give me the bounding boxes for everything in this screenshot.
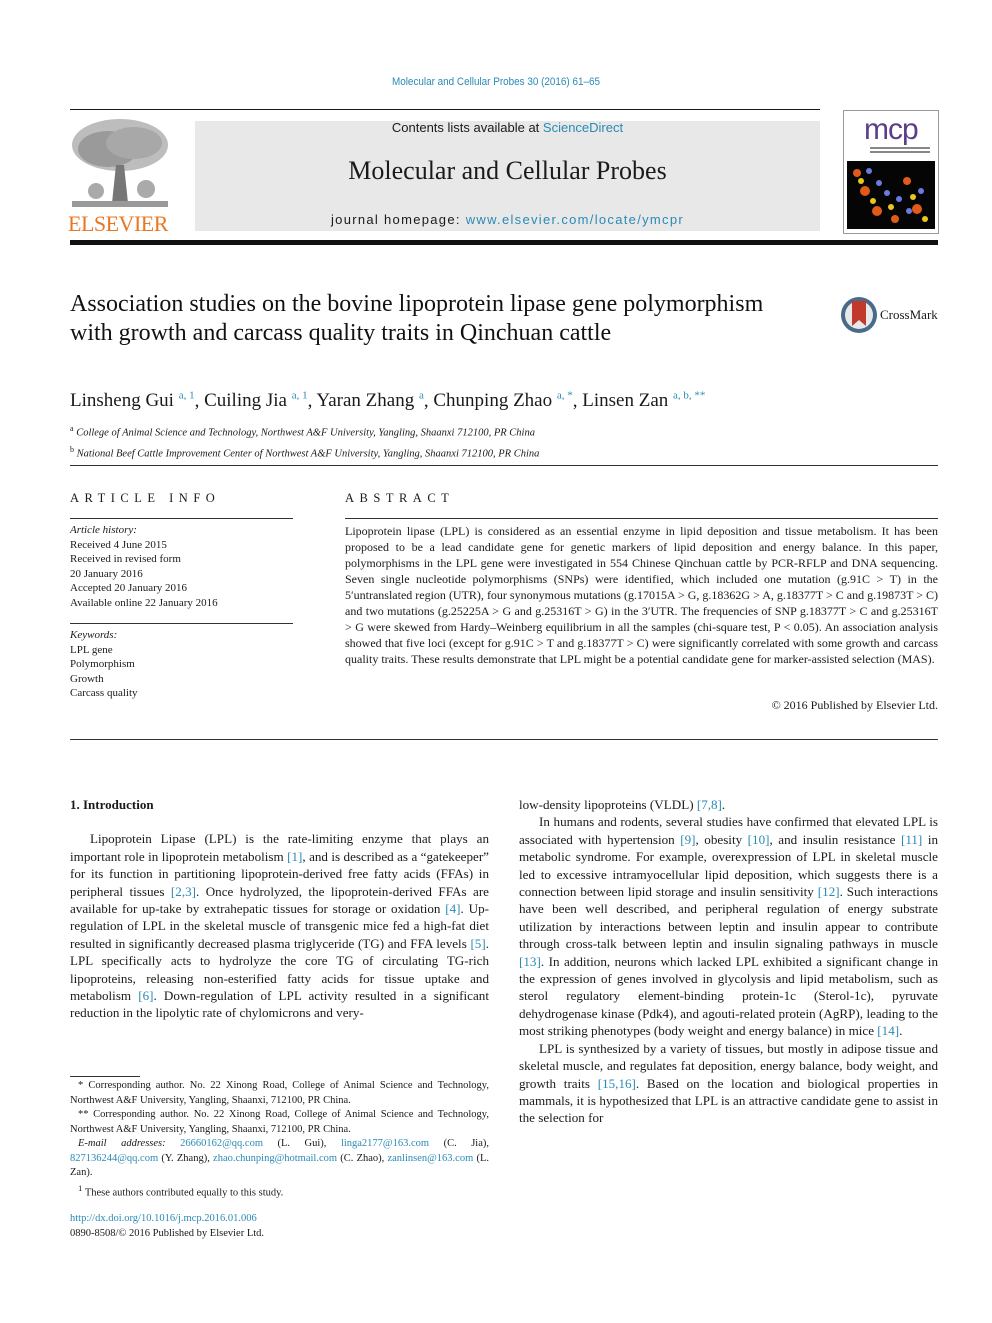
header-thick-rule: [70, 240, 938, 245]
homepage-line: journal homepage: www.elsevier.com/locat…: [195, 212, 820, 227]
history-item: Accepted 20 January 2016: [70, 582, 187, 594]
homepage-link[interactable]: www.elsevier.com/locate/ymcpr: [466, 212, 684, 227]
history-item: Available online 22 January 2016: [70, 596, 218, 609]
citation-link[interactable]: [12]: [818, 884, 840, 899]
abstract-heading: ABSTRACT: [345, 491, 455, 505]
email-addresses: E-mail addresses: 26660162@qq.com (L. Gu…: [70, 1138, 489, 1178]
contents-prefix: Contents lists available at: [391, 120, 543, 135]
cover-subtitle-line: [870, 147, 930, 149]
footnotes: * Corresponding author. No. 22 Xinong Ro…: [70, 1079, 489, 1201]
keywords-label: Keywords:: [70, 629, 118, 641]
body-column-right: low-density lipoproteins (VLDL) [7,8]. I…: [519, 796, 938, 1127]
crossmark-label: CrossMark: [880, 307, 938, 322]
author[interactable]: Chunping Zhao a, *: [433, 390, 572, 411]
section-heading: 1. Introduction: [70, 797, 154, 812]
keyword: Polymorphism: [70, 658, 135, 670]
email-link[interactable]: 827136244@qq.com: [70, 1153, 158, 1164]
header-rule: [70, 109, 820, 110]
author-marks[interactable]: a, *: [557, 390, 573, 402]
affiliation: a College of Animal Science and Technolo…: [70, 424, 535, 439]
divider: [70, 623, 293, 624]
keywords: Keywords: LPL gene Polymorphism Growth C…: [70, 628, 138, 701]
body-column-left: 1. Introduction Lipoprotein Lipase (LPL)…: [70, 796, 489, 1022]
divider: [70, 518, 293, 519]
abstract-text: Lipoprotein lipase (LPL) is considered a…: [345, 524, 938, 666]
author-marks[interactable]: a, 1: [179, 390, 195, 402]
doi-link[interactable]: http://dx.doi.org/10.1016/j.mcp.2016.01.…: [70, 1211, 264, 1226]
affiliation: b National Beef Cattle Improvement Cente…: [70, 444, 540, 460]
elsevier-logo[interactable]: ELSEVIER: [68, 115, 174, 236]
email-link[interactable]: 26660162@qq.com: [180, 1138, 263, 1149]
cover-subtitle-line: [870, 151, 930, 153]
keyword: Carcass quality: [70, 687, 138, 699]
history-item: 20 January 2016: [70, 567, 143, 580]
citation-link[interactable]: [13]: [519, 954, 541, 969]
email-link[interactable]: zanlinsen@163.com: [387, 1153, 473, 1164]
issn-copyright: 0890-8508/© 2016 Published by Elsevier L…: [70, 1228, 265, 1239]
body-paragraph: low-density lipoproteins (VLDL) [7,8].: [519, 797, 726, 812]
body-paragraph: In humans and rodents, several studies h…: [519, 814, 939, 1039]
doi-block: http://dx.doi.org/10.1016/j.mcp.2016.01.…: [70, 1211, 264, 1241]
keyword: Growth: [70, 672, 104, 685]
author-marks[interactable]: a: [419, 390, 424, 402]
journal-title: Molecular and Cellular Probes: [348, 156, 667, 185]
citation-link[interactable]: [5]: [470, 936, 485, 951]
citation-link[interactable]: [9]: [680, 832, 695, 847]
keyword: LPL gene: [70, 643, 113, 656]
author-marks[interactable]: a, b, **: [673, 390, 705, 402]
citation-link[interactable]: [14]: [877, 1023, 899, 1038]
cover-logo: mcp: [864, 113, 919, 146]
journal-citation-link[interactable]: Molecular and Cellular Probes 30 (2016) …: [50, 76, 943, 88]
body-paragraph: LPL is synthesized by a variety of tissu…: [519, 1040, 938, 1126]
divider: [70, 739, 938, 740]
author[interactable]: Cuiling Jia a, 1: [204, 390, 308, 411]
body-paragraph: Lipoprotein Lipase (LPL) is the rate-lim…: [70, 831, 489, 1021]
author[interactable]: Yaran Zhang a: [316, 390, 423, 411]
citation-link[interactable]: [10]: [748, 832, 770, 847]
corresponding-author-note: ** Corresponding author. No. 22 Xinong R…: [70, 1109, 489, 1135]
email-link[interactable]: linga2177@163.com: [341, 1138, 429, 1149]
elsevier-tree-icon: [68, 115, 172, 211]
email-label: E-mail addresses:: [78, 1138, 166, 1149]
author-list: Linsheng Gui a, 1, Cuiling Jia a, 1, Yar…: [70, 390, 706, 412]
article-history: Article history: Received 4 June 2015 Re…: [70, 523, 218, 610]
journal-cover-thumbnail[interactable]: mcp: [843, 110, 939, 234]
citation-link[interactable]: [15,16]: [598, 1076, 636, 1091]
author-marks[interactable]: a, 1: [292, 390, 308, 402]
corresponding-author-note: * Corresponding author. No. 22 Xinong Ro…: [70, 1080, 489, 1106]
email-link[interactable]: zhao.chunping@hotmail.com: [213, 1153, 337, 1164]
history-item: Received in revised form: [70, 553, 181, 565]
citation-link[interactable]: [11]: [901, 832, 922, 847]
article-title: Association studies on the bovine lipopr…: [70, 291, 764, 346]
citation-link[interactable]: [4]: [445, 901, 460, 916]
citation-link[interactable]: [6]: [138, 988, 153, 1003]
equal-contribution-note: 1 These authors contributed equally to t…: [78, 1182, 284, 1199]
divider: [70, 465, 938, 466]
elsevier-wordmark: ELSEVIER: [68, 211, 168, 236]
sciencedirect-link[interactable]: ScienceDirect: [543, 120, 623, 135]
history-item: Received 4 June 2015: [70, 538, 167, 551]
abstract-copyright: © 2016 Published by Elsevier Ltd.: [771, 698, 938, 712]
citation-link[interactable]: [7,8]: [697, 797, 722, 812]
author[interactable]: Linsen Zan a, b, **: [582, 390, 705, 411]
crossmark-icon: [841, 297, 877, 333]
divider: [345, 518, 938, 519]
article-info-heading: ARTICLE INFO: [70, 491, 221, 505]
contents-line: Contents lists available at ScienceDirec…: [195, 120, 820, 135]
citation-link[interactable]: [1]: [287, 849, 302, 864]
footnote-rule: [70, 1076, 140, 1077]
history-label: Article history:: [70, 524, 137, 536]
cover-image: [847, 161, 935, 229]
affiliations: a College of Animal Science and Technolo…: [70, 421, 539, 462]
citation-link[interactable]: [2,3]: [171, 884, 196, 899]
author[interactable]: Linsheng Gui a, 1: [70, 390, 195, 411]
homepage-prefix: journal homepage:: [330, 212, 466, 227]
crossmark-button[interactable]: CrossMark: [840, 296, 940, 334]
